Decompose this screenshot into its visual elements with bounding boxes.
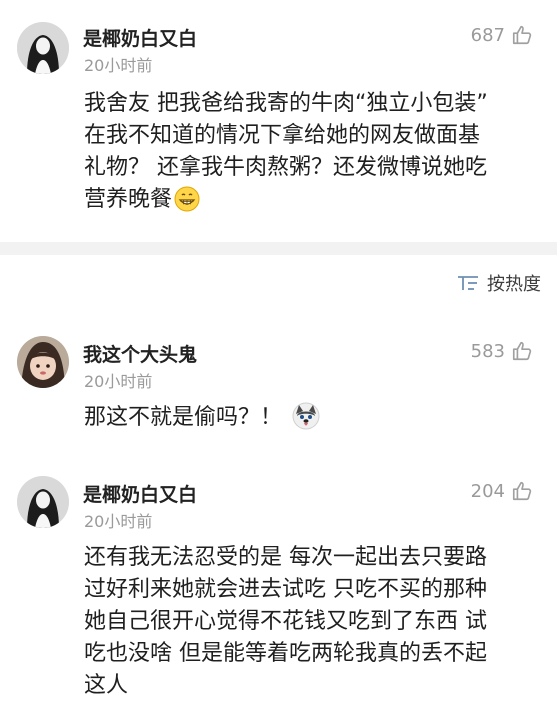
comment-line: 吃也没啥 但是能等着吃两轮我真的丢不起 [84, 641, 487, 666]
sort-label: 按热度 [487, 274, 541, 295]
reply-item: 是椰奶白又白 20小时前 204 还有我无法忍受的是 每次一起出去只要路 过好利… [0, 462, 557, 724]
comment-line: 她自己很开心觉得不花钱又吃到了东西 试 [84, 609, 487, 634]
like-count: 687 [470, 24, 505, 46]
timestamp: 20小时前 [84, 512, 153, 531]
avatar[interactable] [17, 22, 69, 74]
timestamp: 20小时前 [84, 56, 153, 75]
sort-icon [458, 276, 478, 290]
like-count: 204 [470, 480, 505, 502]
comment-line: 在我不知道的情况下拿给她的网友做面基 [84, 123, 481, 148]
comment-line: 过好利来她就会进去试吃 只吃不买的那种 [84, 577, 487, 602]
timestamp: 20小时前 [84, 372, 153, 391]
avatar-image [17, 22, 69, 74]
thumbs-up-icon [512, 481, 532, 501]
comment-line: 营养晚餐 [84, 184, 488, 222]
section-divider [0, 242, 557, 255]
thumbs-up-icon [512, 341, 532, 361]
like-button[interactable]: 583 [471, 340, 533, 362]
like-count: 583 [470, 340, 505, 362]
comment-line: 还有我无法忍受的是 每次一起出去只要路 [84, 545, 487, 570]
comment-line: 这人 [84, 673, 129, 698]
comment-line-text: 那这不就是偷吗？！ [84, 405, 283, 430]
like-button[interactable]: 204 [471, 480, 533, 502]
comment-line-text: 营养晚餐 [84, 187, 173, 212]
thumbs-up-icon [512, 25, 532, 45]
sort-toggle[interactable]: 按热度 [457, 270, 541, 296]
top-comment: 是椰奶白又白 20小时前 687 我舍友 把我爸给我寄的牛肉“独立小包装” 在我… [0, 0, 557, 242]
comment-line: 那这不就是偷吗？！ [84, 402, 320, 440]
comment-text: 我舍友 把我爸给我寄的牛肉“独立小包装” 在我不知道的情况下拿给她的网友做面基 … [84, 88, 488, 222]
username[interactable]: 是椰奶白又白 [83, 480, 197, 507]
reply-item: 我这个大头鬼 20小时前 583 那这不就是偷吗？！ [0, 322, 557, 462]
avatar-image [17, 336, 69, 388]
comment-text: 还有我无法忍受的是 每次一起出去只要路 过好利来她就会进去试吃 只吃不买的那种 … [84, 542, 487, 702]
husky-dog-emoji [292, 402, 320, 440]
avatar[interactable] [17, 336, 69, 388]
comment-line: 礼物？ 还拿我牛肉熬粥？还发微博说她吃 [84, 155, 487, 180]
avatar[interactable] [17, 476, 69, 528]
grinning-face-emoji [174, 186, 200, 222]
username[interactable]: 我这个大头鬼 [83, 340, 197, 367]
avatar-image [17, 476, 69, 528]
like-button[interactable]: 687 [471, 24, 533, 46]
username[interactable]: 是椰奶白又白 [83, 24, 197, 51]
comment-line: 我舍友 把我爸给我寄的牛肉“独立小包装” [84, 91, 488, 116]
comment-text: 那这不就是偷吗？！ [84, 402, 320, 440]
